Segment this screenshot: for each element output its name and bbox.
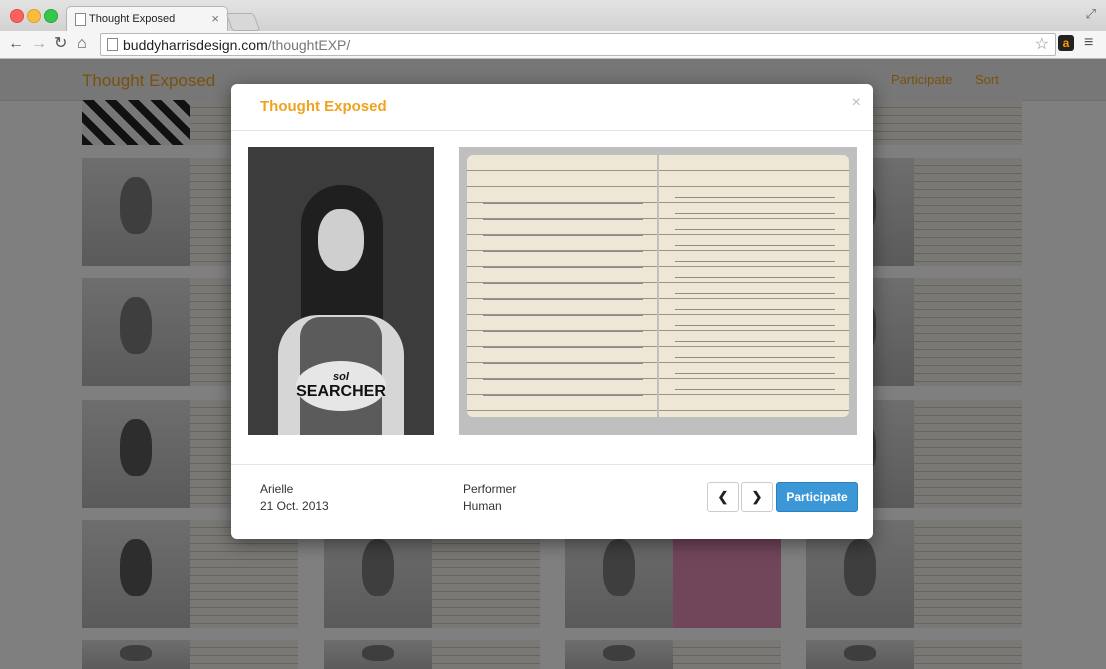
next-button[interactable]: ❯ <box>741 482 773 512</box>
url-path: /thoughtEXP/ <box>267 37 351 53</box>
performer-role: Performer <box>463 482 517 496</box>
reload-icon[interactable]: ↻ <box>54 34 67 54</box>
portrait-face <box>318 209 364 271</box>
tab-thought-exposed[interactable]: Thought Exposed × <box>66 6 228 32</box>
close-window-icon[interactable] <box>10 9 24 23</box>
performer-portrait: sol SEARCHER <box>248 147 434 435</box>
performer-role-info: Performer Human <box>463 481 516 515</box>
bookmark-star-icon[interactable]: ☆ <box>1035 34 1049 54</box>
tab-close-icon[interactable]: × <box>211 11 219 26</box>
tab-bar: Thought Exposed × ⤢ <box>0 0 1106 32</box>
forward-icon[interactable]: → <box>31 34 47 54</box>
minimize-window-icon[interactable] <box>27 9 41 23</box>
notebook-left-page <box>467 155 657 417</box>
participate-button[interactable]: Participate <box>776 482 858 512</box>
tab-title: Thought Exposed <box>89 13 176 25</box>
modal-title: Thought Exposed <box>260 98 387 115</box>
prev-button[interactable]: ❮ <box>707 482 739 512</box>
url-text[interactable]: buddyharrisdesign.com/thoughtEXP/ <box>123 37 350 53</box>
shirt-print-large: SEARCHER <box>296 383 386 400</box>
zoom-window-icon[interactable] <box>44 9 58 23</box>
menu-icon[interactable]: ≡ <box>1084 34 1093 52</box>
shirt-print: sol SEARCHER <box>296 361 386 411</box>
notebook-image <box>459 147 857 435</box>
new-tab-button[interactable] <box>225 13 261 31</box>
performer-date: 21 Oct. 2013 <box>260 499 329 513</box>
home-icon[interactable]: ⌂ <box>77 34 87 54</box>
performer-info: Arielle 21 Oct. 2013 <box>260 481 329 515</box>
performer-name: Arielle <box>260 482 294 496</box>
page-icon <box>107 38 118 51</box>
amazon-extension-icon[interactable]: a <box>1058 35 1074 51</box>
handwriting <box>675 185 835 395</box>
shirt-print-small: sol <box>333 371 349 383</box>
notebook-right-page <box>659 155 849 417</box>
performer-type: Human <box>463 499 502 513</box>
fullscreen-icon[interactable]: ⤢ <box>1086 6 1096 22</box>
page-icon <box>75 13 86 26</box>
back-icon[interactable]: ← <box>8 34 24 54</box>
url-host: buddyharrisdesign.com <box>123 37 268 53</box>
modal-close-icon[interactable]: × <box>852 94 861 112</box>
handwriting <box>483 191 643 401</box>
browser-toolbar: ← → ↻ ⌂ buddyharrisdesign.com/thoughtEXP… <box>0 31 1106 59</box>
thought-modal: Thought Exposed × sol SEARCHER Arielle 2… <box>231 84 873 539</box>
modal-header: Thought Exposed × <box>231 84 873 131</box>
modal-footer: Arielle 21 Oct. 2013 Performer Human ❮ ❯… <box>231 464 873 540</box>
address-bar[interactable]: buddyharrisdesign.com/thoughtEXP/ ☆ <box>100 33 1056 56</box>
